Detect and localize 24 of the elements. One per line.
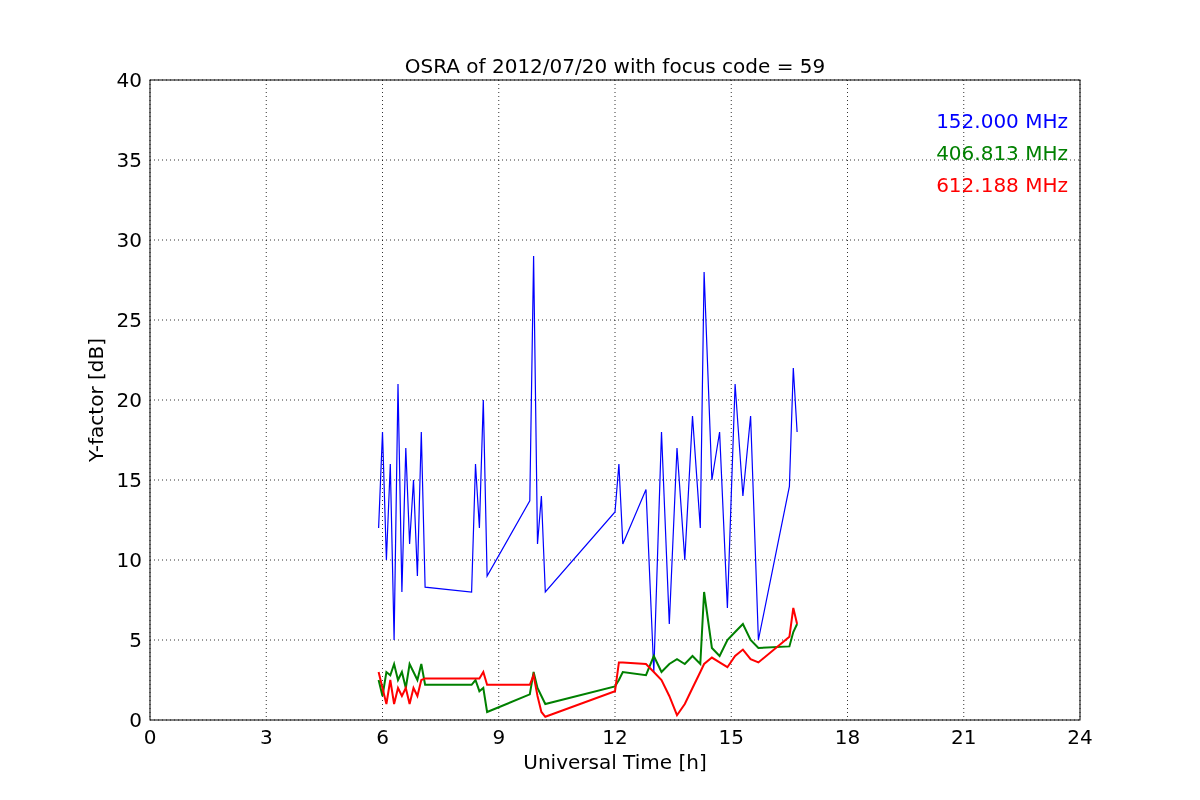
y-tick-label: 25 bbox=[116, 308, 142, 332]
x-tick-label: 12 bbox=[602, 725, 628, 749]
y-tick-label: 20 bbox=[116, 388, 142, 412]
y-tick-label: 30 bbox=[116, 228, 142, 252]
y-tick-label: 5 bbox=[129, 628, 142, 652]
chart-title: OSRA of 2012/07/20 with focus code = 59 bbox=[404, 54, 826, 78]
x-tick-label: 0 bbox=[143, 725, 157, 749]
x-tick-label: 15 bbox=[718, 725, 744, 749]
y-tick-label: 35 bbox=[116, 148, 142, 172]
x-tick-label: 3 bbox=[259, 725, 273, 749]
legend-label: 406.813 MHz bbox=[936, 141, 1068, 165]
x-tick-label: 6 bbox=[376, 725, 389, 749]
x-tick-label: 18 bbox=[834, 725, 861, 749]
y-tick-label: 15 bbox=[116, 468, 142, 492]
x-axis-label: Universal Time [h] bbox=[523, 750, 707, 774]
y-tick-label: 0 bbox=[129, 708, 142, 732]
y-axis-label: Y-factor [dB] bbox=[84, 338, 108, 462]
y-tick-label: 10 bbox=[116, 548, 142, 572]
x-tick-label: 9 bbox=[492, 725, 506, 749]
y-tick-label: 40 bbox=[116, 68, 142, 92]
x-tick-label: 21 bbox=[951, 725, 977, 749]
legend-label: 152.000 MHz bbox=[936, 109, 1068, 133]
legend-label: 612.188 MHz bbox=[936, 173, 1068, 197]
x-tick-label: 24 bbox=[1067, 725, 1093, 749]
